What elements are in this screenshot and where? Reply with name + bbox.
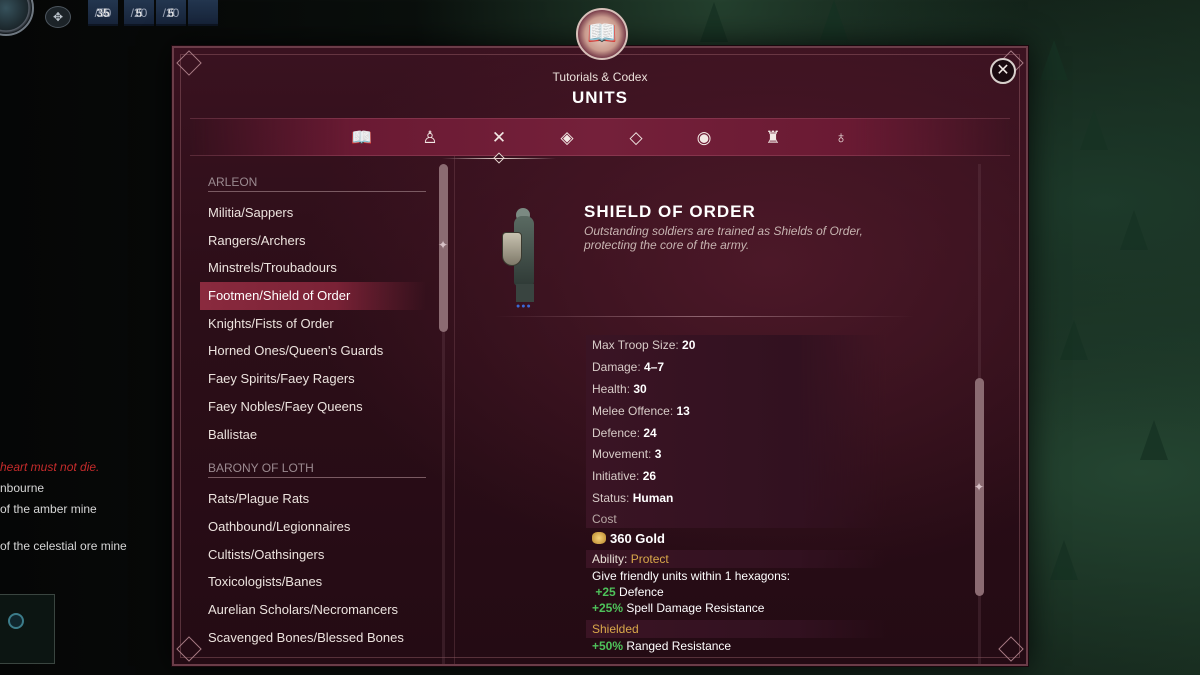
unit-portrait: ●●● (492, 208, 562, 310)
list-item[interactable]: Minstrels/Troubadours (200, 254, 426, 282)
panel-subtitle: Tutorials & Codex (552, 70, 648, 84)
move-icon[interactable]: ✥ (45, 6, 71, 28)
stat-row: Status: Human (586, 488, 886, 511)
list-item[interactable]: Horned Ones/Queen's Guards (200, 337, 426, 365)
stat-row: Initiative: 26 (586, 466, 886, 489)
divider (454, 156, 455, 664)
list-item[interactable]: Knights/Fists of Order (200, 310, 426, 338)
tab-gem-icon[interactable]: ◇ (619, 123, 653, 153)
unit-name: SHIELD OF ORDER (584, 202, 756, 221)
tab-crossed-swords-icon[interactable]: ✕ (442, 123, 556, 159)
codex-panel: 📖 ✕ Tutorials & Codex UNITS 📖 ♙ ✕ ◈ ◇ ◉ … (172, 8, 1028, 666)
book-icon: 📖 (576, 8, 628, 60)
list-item[interactable]: Ballistae (200, 421, 426, 449)
list-item[interactable]: Rats/Plague Rats (200, 485, 426, 513)
tab-potion-icon[interactable]: ♁ (824, 123, 858, 153)
panel-title: UNITS (572, 88, 628, 107)
list-item[interactable]: Aurelian Scholars/Necromancers (200, 596, 426, 624)
cost-label: Cost (586, 510, 886, 529)
map-tree (1120, 210, 1148, 250)
list-item[interactable]: Oathbound/Legionnaires (200, 513, 426, 541)
list-item[interactable]: Militia/Sappers (200, 199, 426, 227)
unit-list: ARLEON Militia/Sappers Rangers/Archers M… (200, 172, 426, 662)
corner-ornament (176, 636, 202, 662)
list-item[interactable]: Faey Nobles/Faey Queens (200, 393, 426, 421)
rank-dots-icon: ●●● (516, 303, 532, 310)
stat-row: Movement: 3 (586, 444, 886, 467)
map-tree (1080, 110, 1108, 150)
ability-name: Protect (630, 552, 669, 567)
map-tree (1060, 320, 1088, 360)
unit-description: Outstanding soldiers are trained as Shie… (584, 224, 863, 252)
divider (494, 316, 914, 317)
list-item[interactable]: Scavenged Bones/Blessed Bones (200, 624, 426, 652)
sparkle-icon: ✦ (438, 238, 449, 252)
trait-bonus: +50% Ranged Resistance (592, 639, 732, 654)
list-item[interactable]: Faey Spirits/Faey Ragers (200, 365, 426, 393)
category-tabs: 📖 ♙ ✕ ◈ ◇ ◉ ♜ ♁ (190, 118, 1010, 159)
stat-row: Melee Offence: 13 (586, 400, 886, 423)
hud-stat: 35/50 (88, 0, 118, 26)
tab-sphere-icon[interactable]: ◉ (687, 123, 721, 153)
list-item[interactable]: Toxicologists/Banes (200, 568, 426, 596)
ability-bonus: +25 Defence (595, 585, 664, 600)
list-item[interactable]: Cultists/Oathsingers (200, 541, 426, 569)
hud-stat: 5/20 (124, 0, 154, 26)
map-tree (1040, 40, 1068, 80)
map-tree (820, 0, 848, 40)
ability-bonus: +25% Spell Damage Resistance (592, 601, 765, 616)
hud-stat: 5/20 (156, 0, 186, 26)
stat-row: Damage: 4–7 (586, 356, 886, 379)
list-item[interactable]: Rangers/Archers (200, 227, 426, 255)
list-item-selected[interactable]: Footmen/Shield of Order (200, 282, 426, 310)
tab-soldier-icon[interactable]: ♙ (413, 123, 447, 153)
minimap-button[interactable] (0, 594, 55, 664)
ability-row: Ability: Protect (586, 550, 886, 569)
stat-row: Max Troop Size: 20 (586, 335, 886, 357)
map-tree (700, 2, 728, 42)
top-hud: ✥ 35/50 5/20 5/20 (0, 0, 230, 36)
ability-description: Give friendly units within 1 hexagons: (592, 569, 791, 584)
tab-castle-icon[interactable]: ♜ (756, 123, 790, 153)
quest-line: of the amber mine (0, 502, 97, 516)
hud-stat-empty[interactable] (188, 0, 218, 26)
map-tree (1050, 540, 1078, 580)
trait-name: Shielded (586, 620, 886, 639)
quest-line: nbourne (0, 481, 45, 495)
tab-book-icon[interactable]: 📖 (345, 123, 379, 153)
stat-row: Health: 30 (586, 378, 886, 401)
tab-diamond-rune-icon[interactable]: ◈ (550, 123, 584, 153)
unit-stats: Max Troop Size: 20 Damage: 4–7 Health: 3… (586, 335, 886, 660)
eye-icon (8, 613, 24, 629)
quest-line: of the celestial ore mine (0, 539, 127, 553)
faction-header: ARLEON (200, 172, 426, 194)
map-tree (1140, 420, 1168, 460)
faction-header: BARONY OF LOTH (200, 458, 426, 480)
sparkle-icon: ✦ (974, 480, 985, 494)
corner-ornament (998, 636, 1024, 662)
cost-value: 360 Gold (586, 528, 886, 550)
quest-objective: heart must not die. (0, 460, 100, 474)
gold-icon (592, 532, 606, 545)
stat-row: Defence: 24 (586, 422, 886, 445)
